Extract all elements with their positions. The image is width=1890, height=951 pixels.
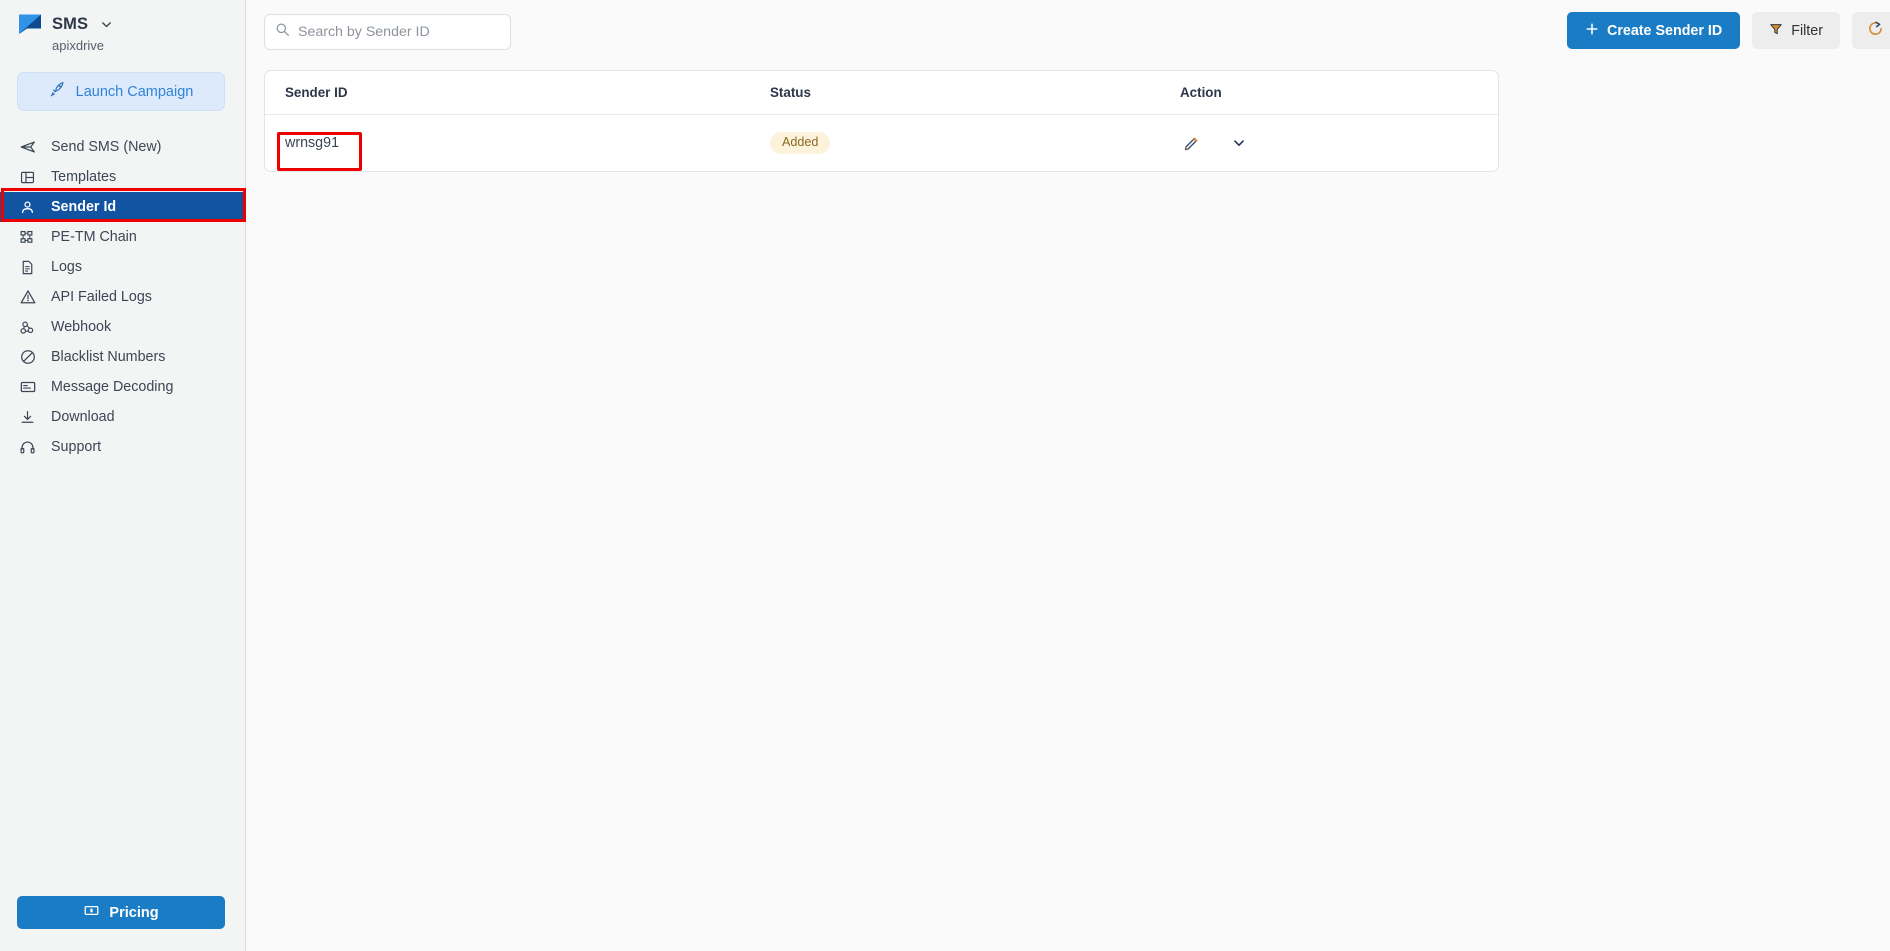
app-root: SMS apixdrive Launch Campaign Send SMS (…	[0, 0, 1890, 951]
row-action-icons	[1180, 132, 1498, 154]
sidebar-item-message-decoding[interactable]: Message Decoding	[0, 372, 245, 402]
sidebar-item-label: Blacklist Numbers	[51, 349, 166, 365]
table-row[interactable]: wrnsg91 Added	[265, 115, 1498, 171]
search-box[interactable]	[264, 14, 511, 50]
cell-sender-id: wrnsg91	[285, 135, 340, 151]
create-sender-id-button[interactable]: Create Sender ID	[1567, 12, 1741, 49]
download-icon	[18, 408, 37, 427]
headset-icon	[18, 438, 37, 457]
user-icon	[18, 198, 37, 217]
sidebar-item-download[interactable]: Download	[0, 402, 245, 432]
template-grid-icon	[18, 168, 37, 187]
refresh-button[interactable]	[1852, 12, 1890, 49]
brand-header[interactable]: SMS	[0, 0, 245, 35]
sidebar-item-templates[interactable]: Templates	[0, 162, 245, 192]
status-badge: Added	[770, 132, 831, 154]
launch-campaign-button[interactable]: Launch Campaign	[17, 72, 225, 111]
pricing-button[interactable]: Pricing	[17, 896, 225, 929]
sidebar-item-pe-tm-chain[interactable]: PE-TM Chain	[0, 222, 245, 252]
money-note-icon	[83, 902, 100, 924]
chat-bubble-logo	[18, 13, 42, 35]
document-icon	[18, 258, 37, 277]
message-box-icon	[18, 378, 37, 397]
search-icon	[275, 22, 290, 42]
sidebar-item-label: Download	[51, 409, 115, 425]
chevron-down-icon[interactable]	[1228, 132, 1250, 154]
main-content: Create Sender ID Filter	[246, 0, 1890, 951]
toolbar: Create Sender ID Filter	[246, 0, 1890, 68]
sidebar-item-sender-id[interactable]: Sender Id	[0, 192, 245, 222]
search-input[interactable]	[298, 24, 500, 40]
filter-button[interactable]: Filter	[1752, 12, 1840, 49]
warning-triangle-icon	[18, 288, 37, 307]
refresh-icon	[1867, 20, 1884, 42]
sidebar-item-blacklist-numbers[interactable]: Blacklist Numbers	[0, 342, 245, 372]
sidebar-item-label: Sender Id	[51, 199, 117, 215]
plus-icon	[1585, 22, 1599, 40]
sidebar-item-label: Message Decoding	[51, 379, 174, 395]
column-header-sender-id: Sender ID	[285, 85, 348, 100]
send-icon	[18, 138, 37, 157]
column-header-status: Status	[770, 85, 811, 100]
toolbar-actions: Create Sender ID Filter	[1567, 12, 1890, 49]
block-circle-icon	[18, 348, 37, 367]
pricing-label: Pricing	[109, 904, 159, 921]
sidebar-item-label: Logs	[51, 259, 83, 275]
brand-name: SMS	[52, 14, 89, 33]
brand-subtitle: apixdrive	[52, 38, 105, 53]
sidebar-item-label: API Failed Logs	[51, 289, 152, 305]
sidebar-item-webhook[interactable]: Webhook	[0, 312, 245, 342]
rocket-icon	[49, 80, 67, 103]
sidebar-item-label: Support	[51, 439, 102, 455]
cell-status: Added	[770, 132, 1173, 154]
chevron-down-icon[interactable]	[100, 18, 113, 31]
sidebar-item-label: Templates	[51, 169, 117, 185]
sidebar-item-label: PE-TM Chain	[51, 229, 137, 245]
webhook-icon	[18, 318, 37, 337]
sidebar: SMS apixdrive Launch Campaign Send SMS (…	[0, 0, 246, 951]
sidebar-item-send-sms[interactable]: Send SMS (New)	[0, 132, 245, 162]
sitemap-icon	[18, 228, 37, 247]
cell-action	[1173, 132, 1498, 154]
sidebar-nav: Send SMS (New) Templates Sender Id PE-TM…	[0, 132, 245, 462]
sidebar-item-label: Send SMS (New)	[51, 139, 162, 155]
column-header-action: Action	[1180, 85, 1222, 100]
sidebar-item-api-failed-logs[interactable]: API Failed Logs	[0, 282, 245, 312]
launch-campaign-label: Launch Campaign	[75, 83, 194, 100]
filter-label: Filter	[1791, 22, 1823, 39]
table-header-row: Sender ID Status Action	[265, 71, 1498, 115]
sender-id-table: Sender ID Status Action wrnsg91 Added	[264, 70, 1499, 172]
filter-funnel-icon	[1769, 22, 1783, 40]
edit-pencil-icon[interactable]	[1180, 132, 1202, 154]
pricing-section: Pricing	[0, 896, 245, 951]
sidebar-item-label: Webhook	[51, 319, 112, 335]
create-sender-id-label: Create Sender ID	[1607, 22, 1723, 39]
sidebar-item-logs[interactable]: Logs	[0, 252, 245, 282]
sidebar-item-support[interactable]: Support	[0, 432, 245, 462]
